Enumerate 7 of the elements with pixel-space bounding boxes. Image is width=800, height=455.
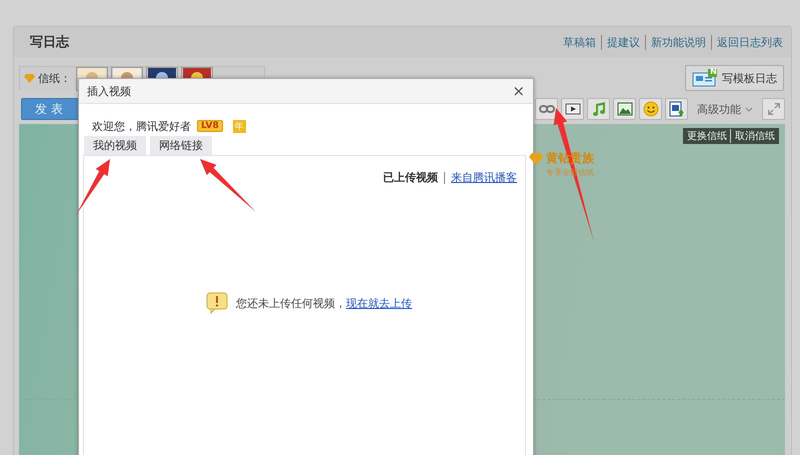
level-badge: LV8 — [197, 120, 223, 132]
dialog-title: 插入视频 — [87, 84, 131, 98]
empty-message: 您还未上传任何视频，现在就去上传 — [236, 296, 412, 310]
year-badge: 年 — [232, 120, 246, 132]
welcome-text: 欢迎您，腾讯爱好者 — [92, 118, 191, 134]
page-title: 写日志 — [30, 34, 69, 51]
stationery-label: 信纸： — [38, 71, 71, 86]
